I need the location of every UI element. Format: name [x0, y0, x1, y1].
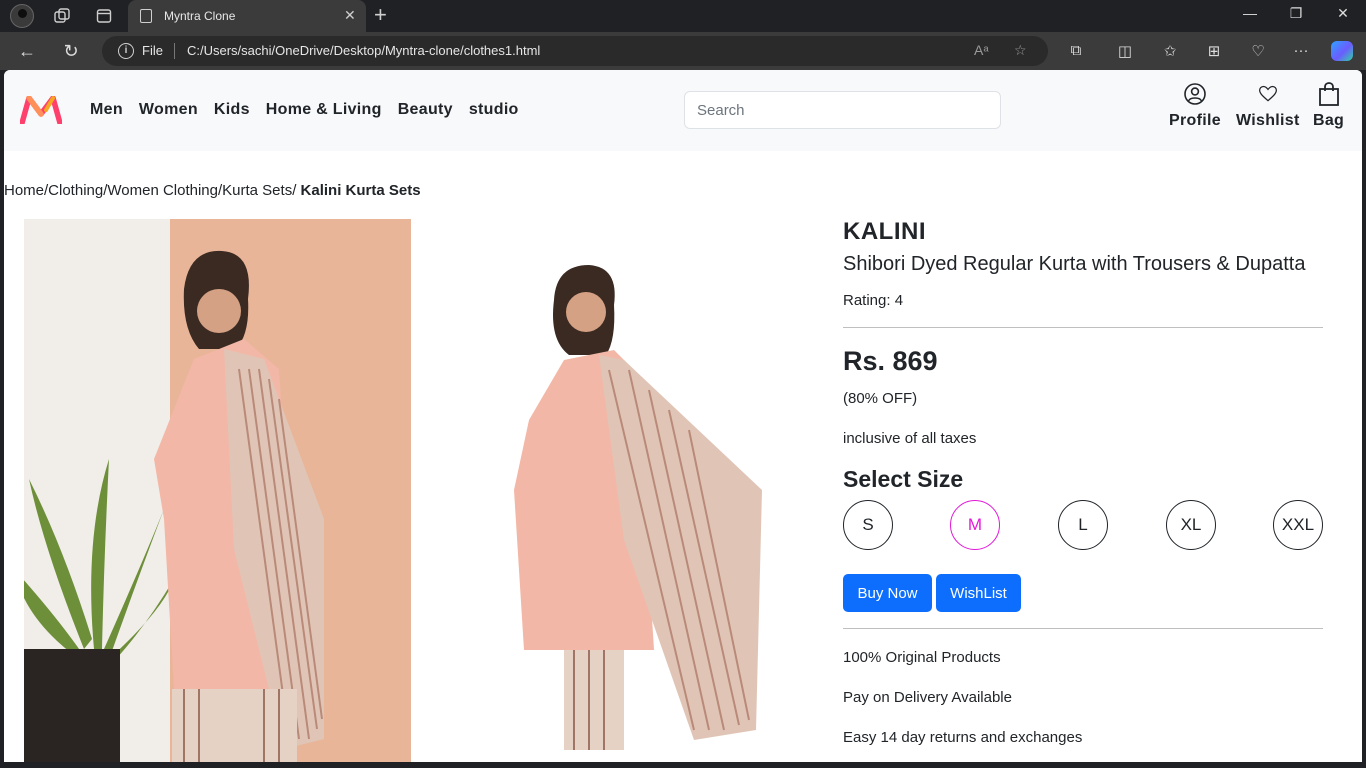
restore-icon[interactable]: ❐ — [1286, 5, 1306, 22]
add-to-wishlist-button[interactable]: WishList — [936, 574, 1021, 612]
new-tab-icon[interactable]: + — [374, 4, 387, 26]
browser-essentials-icon[interactable]: ♡ — [1248, 42, 1268, 60]
url-scheme-label: File — [142, 43, 163, 58]
browser-titlebar: Myntra Clone ✕ + — ❐ ✕ — [0, 0, 1366, 32]
tax-note: inclusive of all taxes — [843, 430, 977, 447]
browser-tab[interactable]: Myntra Clone ✕ — [128, 0, 366, 32]
myntra-logo-icon[interactable] — [20, 96, 62, 124]
close-tab-icon[interactable]: ✕ — [344, 7, 356, 24]
favorites-icon[interactable]: ✩ — [1160, 42, 1180, 60]
favorite-star-icon[interactable]: ☆ — [1014, 42, 1027, 59]
product-brand: KALINI — [843, 218, 926, 245]
breadcrumb: Home/Clothing/Women Clothing/Kurta Sets/… — [4, 182, 421, 199]
product-image-front — [24, 219, 411, 762]
bag-icon — [1313, 80, 1344, 108]
url-divider — [174, 43, 175, 59]
nav-men[interactable]: Men — [90, 101, 123, 119]
nav-home-living[interactable]: Home & Living — [266, 101, 382, 119]
profile-label: Profile — [1169, 112, 1221, 129]
page-viewport: Men Women Kids Home & Living Beauty stud… — [4, 70, 1362, 762]
url-text[interactable]: C:/Users/sachi/OneDrive/Desktop/Myntra-c… — [187, 43, 540, 58]
main-nav: Men Women Kids Home & Living Beauty stud… — [90, 101, 519, 119]
wishlist-label: Wishlist — [1236, 112, 1300, 129]
minimize-icon[interactable]: — — [1240, 5, 1260, 21]
buy-now-button[interactable]: Buy Now — [843, 574, 932, 612]
nav-beauty[interactable]: Beauty — [398, 101, 453, 119]
size-option-s[interactable]: S — [843, 500, 893, 550]
read-aloud-icon[interactable]: Aᵃ — [974, 42, 989, 58]
more-menu-icon[interactable]: ··· — [1291, 42, 1311, 59]
profile-button[interactable]: Profile — [1169, 80, 1221, 130]
split-screen-icon[interactable]: ◫ — [1115, 42, 1135, 60]
tab-title: Myntra Clone — [164, 9, 236, 23]
collections-icon[interactable]: ⊞ — [1204, 42, 1224, 60]
copilot-icon[interactable] — [1331, 41, 1353, 61]
product-image-side — [494, 260, 774, 760]
divider — [843, 628, 1323, 629]
breadcrumb-path[interactable]: Home/Clothing/Women Clothing/Kurta Sets/ — [4, 182, 296, 199]
user-icon — [1169, 80, 1221, 108]
feature-item: 100% Original Products — [843, 649, 1001, 666]
feature-item: Pay on Delivery Available — [843, 689, 1012, 706]
product-discount: (80% OFF) — [843, 390, 918, 407]
size-option-l[interactable]: L — [1058, 500, 1108, 550]
bag-button[interactable]: Bag — [1313, 80, 1344, 130]
workspaces-icon[interactable] — [52, 6, 72, 26]
page-favicon-icon — [140, 9, 152, 23]
bag-label: Bag — [1313, 112, 1345, 129]
search-input[interactable] — [684, 91, 1001, 129]
nav-studio[interactable]: studio — [469, 101, 519, 119]
browser-toolbar: ← ↻ i File C:/Users/sachi/OneDrive/Deskt… — [0, 32, 1366, 70]
reload-icon[interactable]: ↻ — [60, 40, 82, 62]
info-icon[interactable]: i — [118, 43, 134, 59]
window-bottom-edge — [0, 762, 1366, 768]
wishlist-button[interactable]: Wishlist — [1236, 80, 1300, 130]
back-icon[interactable]: ← — [16, 40, 38, 62]
nav-women[interactable]: Women — [139, 101, 198, 119]
breadcrumb-current: Kalini Kurta Sets — [296, 182, 421, 199]
site-header: Men Women Kids Home & Living Beauty stud… — [4, 70, 1362, 151]
tab-actions-icon[interactable] — [94, 6, 114, 26]
close-window-icon[interactable]: ✕ — [1333, 5, 1353, 22]
profile-avatar-icon[interactable] — [10, 4, 34, 28]
address-bar[interactable]: i File C:/Users/sachi/OneDrive/Desktop/M… — [102, 36, 1048, 66]
size-option-xl[interactable]: XL — [1166, 500, 1216, 550]
divider — [843, 327, 1323, 328]
size-option-m[interactable]: M — [950, 500, 1000, 550]
feature-item: Easy 14 day returns and exchanges — [843, 729, 1083, 746]
heart-icon — [1236, 80, 1300, 108]
select-size-heading: Select Size — [843, 466, 964, 492]
product-name: Shibori Dyed Regular Kurta with Trousers… — [843, 253, 1306, 275]
extensions-icon[interactable]: ⧉ — [1066, 42, 1086, 59]
size-option-xxl[interactable]: XXL — [1273, 500, 1323, 550]
product-price: Rs. 869 — [843, 346, 938, 376]
nav-kids[interactable]: Kids — [214, 101, 250, 119]
product-rating: Rating: 4 — [843, 292, 904, 309]
